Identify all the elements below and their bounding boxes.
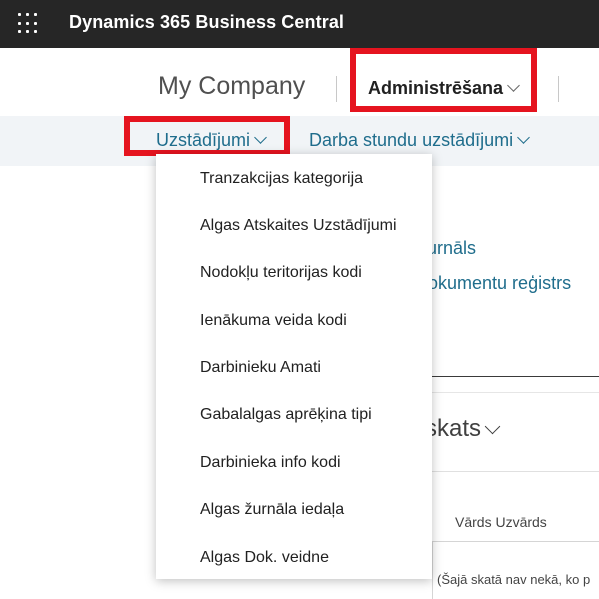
menu-item-transaction-category[interactable]: Tranzakcijas kategorija (200, 170, 363, 188)
document-register-link[interactable]: dokumentu reģistrs (418, 273, 571, 294)
menu-item-employee-positions[interactable]: Darbinieku Amati (200, 359, 321, 377)
chevron-down-icon (507, 79, 520, 92)
admin-menu-button[interactable]: Administrēšana (368, 78, 520, 99)
divider (432, 541, 433, 599)
work-hours-menu-button[interactable]: Darba stundu uzstādījumi (309, 130, 530, 151)
divider (432, 392, 599, 393)
setup-menu-button[interactable]: Uzstādījumi (156, 130, 267, 151)
app-title[interactable]: Dynamics 365 Business Central (69, 12, 344, 33)
view-title[interactable]: skats (425, 415, 501, 443)
admin-menu-label: Administrēšana (368, 78, 504, 98)
app-launcher-icon[interactable] (18, 13, 40, 35)
menu-item-tax-territory-codes[interactable]: Nodokļu teritorijas kodi (200, 264, 362, 282)
menu-item-payroll-report-setup[interactable]: Algas Atskaites Uzstādījumi (200, 217, 397, 235)
company-name: My Company (158, 72, 306, 100)
menu-item-employee-info-codes[interactable]: Darbinieka info kodi (200, 454, 341, 472)
divider (432, 471, 599, 472)
chevron-down-icon (484, 418, 501, 435)
divider (558, 76, 559, 102)
empty-list-message: (Šajā skatā nav nekā, ko p (437, 572, 591, 587)
setup-dropdown-menu: Tranzakcijas kategorija Algas Atskaites … (156, 154, 432, 579)
work-hours-menu-label: Darba stundu uzstādījumi (309, 130, 514, 150)
column-header-name[interactable]: Vārds Uzvārds (455, 514, 547, 530)
top-bar: Dynamics 365 Business Central (0, 0, 599, 48)
setup-menu-label: Uzstādījumi (156, 130, 251, 150)
divider (336, 76, 337, 102)
role-center-header: My Company Administrēšana (0, 48, 599, 116)
view-title-label: skats (425, 415, 482, 442)
menu-item-income-type-codes[interactable]: Ienākuma veida kodi (200, 312, 347, 330)
menu-item-payroll-journal-section[interactable]: Algas žurnāla iedaļa (200, 501, 344, 519)
menu-item-piecework-calc-types[interactable]: Gabalalgas aprēķina tipi (200, 406, 372, 424)
chevron-down-icon (254, 131, 267, 144)
chevron-down-icon (517, 131, 530, 144)
menu-item-payroll-doc-template[interactable]: Algas Dok. veidne (200, 549, 329, 567)
divider (432, 541, 599, 542)
divider (432, 376, 599, 377)
